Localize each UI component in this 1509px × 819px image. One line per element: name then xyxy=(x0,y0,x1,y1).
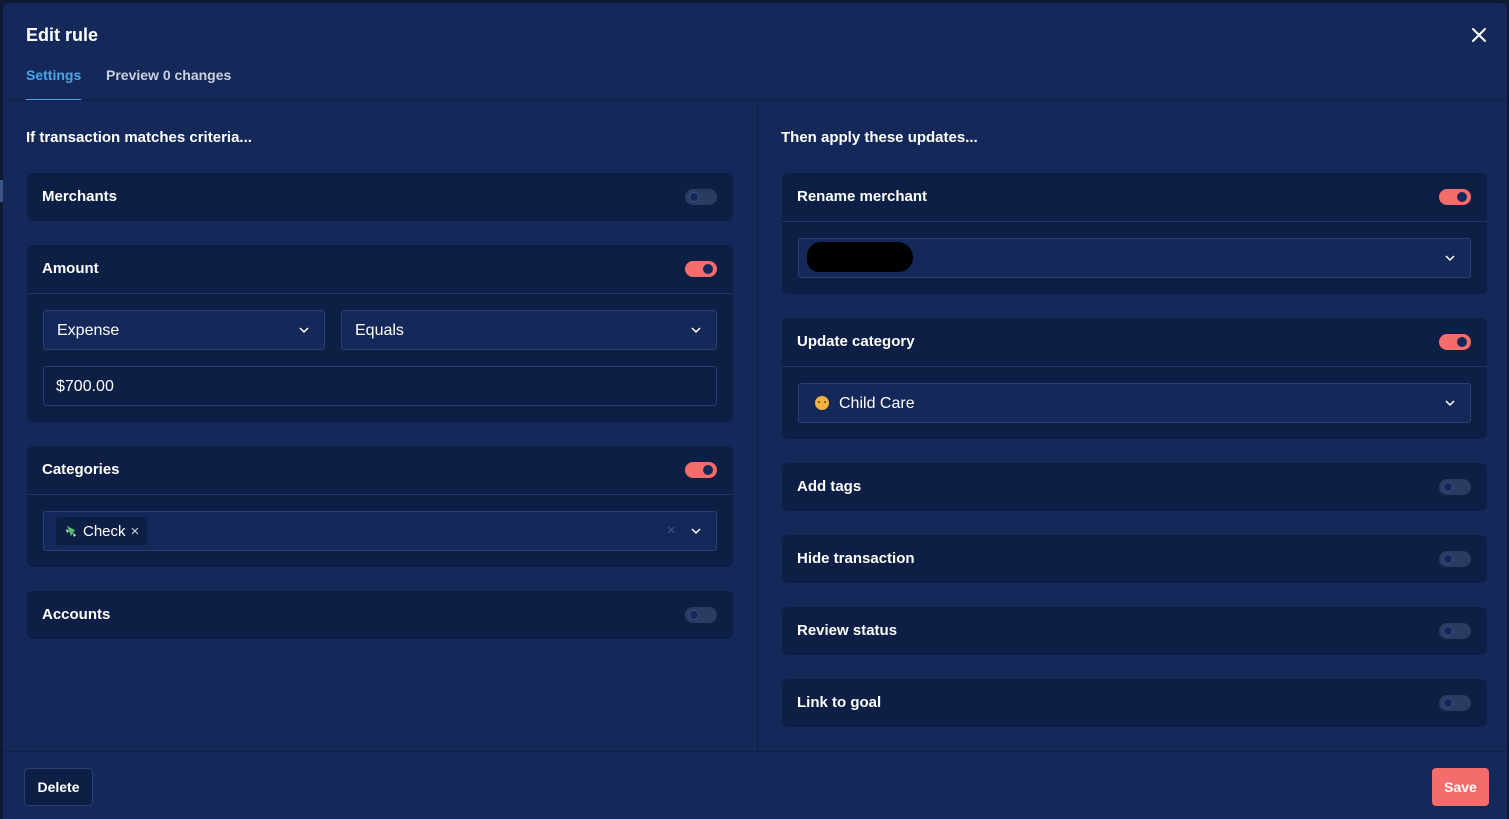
update-category-value: Child Care xyxy=(839,395,915,412)
link-to-goal-label: Link to goal xyxy=(797,694,882,711)
categories-label: Categories xyxy=(42,461,120,478)
card-divider xyxy=(27,293,733,294)
close-icon[interactable] xyxy=(1469,25,1489,45)
card-divider xyxy=(782,221,1487,222)
rename-merchant-select[interactable] xyxy=(798,238,1471,278)
chevron-down-icon xyxy=(691,327,701,334)
money-with-wings-icon xyxy=(66,526,76,537)
categories-select[interactable]: Check × × xyxy=(43,511,717,551)
amount-operator-select[interactable]: Equals xyxy=(341,310,717,350)
baby-icon xyxy=(815,396,829,410)
chevron-down-icon xyxy=(299,327,309,334)
amount-label: Amount xyxy=(42,260,99,277)
add-tags-label: Add tags xyxy=(797,478,862,495)
merchants-card: Merchants xyxy=(27,173,733,221)
redacted-merchant-name xyxy=(807,242,913,272)
amount-input[interactable]: $700.00 xyxy=(43,366,717,406)
footer-divider xyxy=(3,751,1507,752)
link-to-goal-toggle[interactable] xyxy=(1439,695,1471,711)
card-divider xyxy=(27,494,733,495)
hide-transaction-label: Hide transaction xyxy=(797,550,915,567)
review-status-toggle[interactable] xyxy=(1439,623,1471,639)
category-chip: Check × xyxy=(56,517,148,545)
update-category-select[interactable]: Child Care xyxy=(798,383,1471,423)
delete-button[interactable]: Delete xyxy=(24,768,93,806)
accounts-card: Accounts xyxy=(27,591,733,639)
column-divider xyxy=(757,101,758,751)
category-chip-label: Check xyxy=(83,522,126,540)
tab-preview[interactable]: Preview 0 changes xyxy=(106,67,231,101)
edit-rule-modal: Edit rule Settings Preview 0 changes If … xyxy=(3,3,1507,819)
categories-card: Categories Check × × xyxy=(27,446,733,567)
chevron-down-icon xyxy=(1445,255,1455,262)
link-to-goal-card: Link to goal xyxy=(782,679,1487,727)
update-category-toggle[interactable] xyxy=(1439,334,1471,350)
modal-title: Edit rule xyxy=(26,25,99,45)
hide-transaction-card: Hide transaction xyxy=(782,535,1487,583)
rename-merchant-card: Rename merchant xyxy=(782,173,1487,294)
rename-merchant-toggle[interactable] xyxy=(1439,189,1471,205)
accounts-toggle[interactable] xyxy=(685,607,717,623)
categories-toggle[interactable] xyxy=(685,462,717,478)
amount-type-value: Expense xyxy=(57,322,120,339)
chevron-down-icon xyxy=(1445,400,1455,407)
merchants-label: Merchants xyxy=(42,188,118,205)
update-category-card: Update category Child Care xyxy=(782,318,1487,439)
merchants-toggle[interactable] xyxy=(685,189,717,205)
update-category-label: Update category xyxy=(797,333,915,350)
hide-transaction-toggle[interactable] xyxy=(1439,551,1471,567)
card-divider xyxy=(782,366,1487,367)
amount-operator-value: Equals xyxy=(355,322,404,339)
divider xyxy=(3,100,1507,101)
amount-value: $700.00 xyxy=(56,378,114,395)
amount-type-select[interactable]: Expense xyxy=(43,310,325,350)
amount-card: Amount Expense Equals $700.00 xyxy=(27,245,733,422)
add-tags-toggle[interactable] xyxy=(1439,479,1471,495)
accounts-label: Accounts xyxy=(42,606,111,623)
tab-settings[interactable]: Settings xyxy=(26,67,82,101)
chevron-down-icon xyxy=(691,528,701,535)
rename-merchant-label: Rename merchant xyxy=(797,188,928,205)
remove-chip-icon[interactable]: × xyxy=(131,524,140,539)
updates-heading: Then apply these updates... xyxy=(781,129,978,146)
amount-toggle[interactable] xyxy=(685,261,717,277)
add-tags-card: Add tags xyxy=(782,463,1487,511)
review-status-label: Review status xyxy=(797,622,898,639)
save-button[interactable]: Save xyxy=(1432,768,1489,806)
clear-icon[interactable]: × xyxy=(667,522,676,540)
criteria-heading: If transaction matches criteria... xyxy=(26,129,252,146)
review-status-card: Review status xyxy=(782,607,1487,655)
